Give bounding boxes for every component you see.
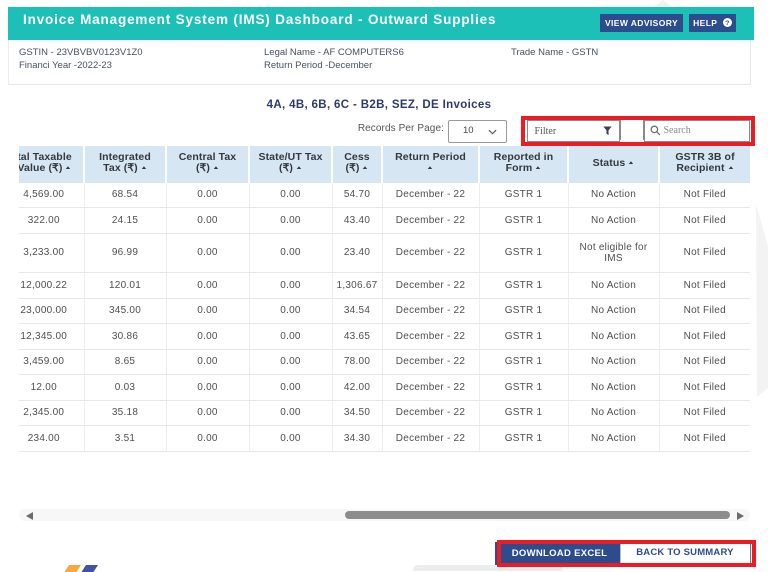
svg-text:?: ? [725,20,729,27]
